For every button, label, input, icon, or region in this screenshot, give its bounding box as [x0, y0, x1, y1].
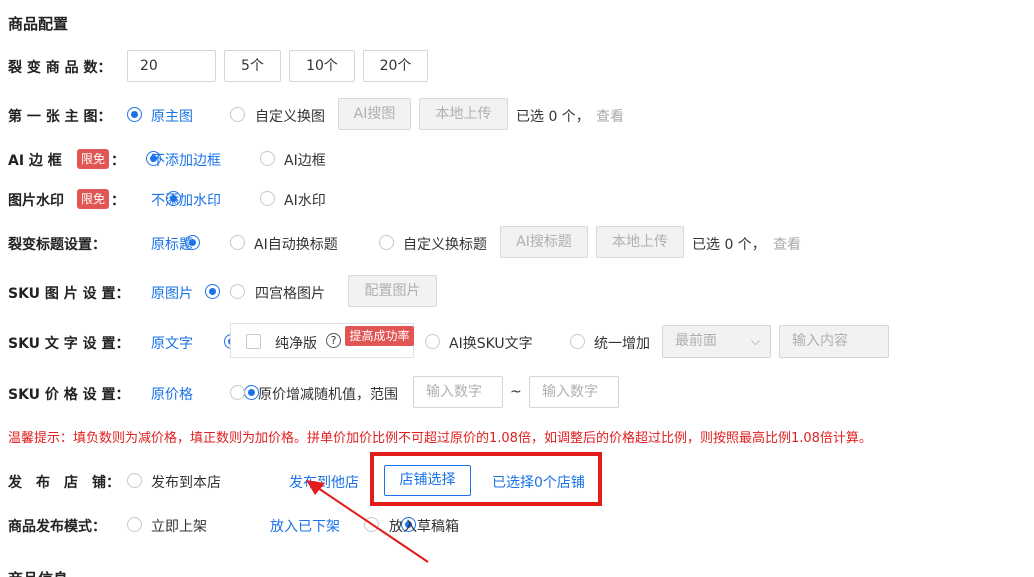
annotation-arrow-icon: [306, 480, 429, 563]
